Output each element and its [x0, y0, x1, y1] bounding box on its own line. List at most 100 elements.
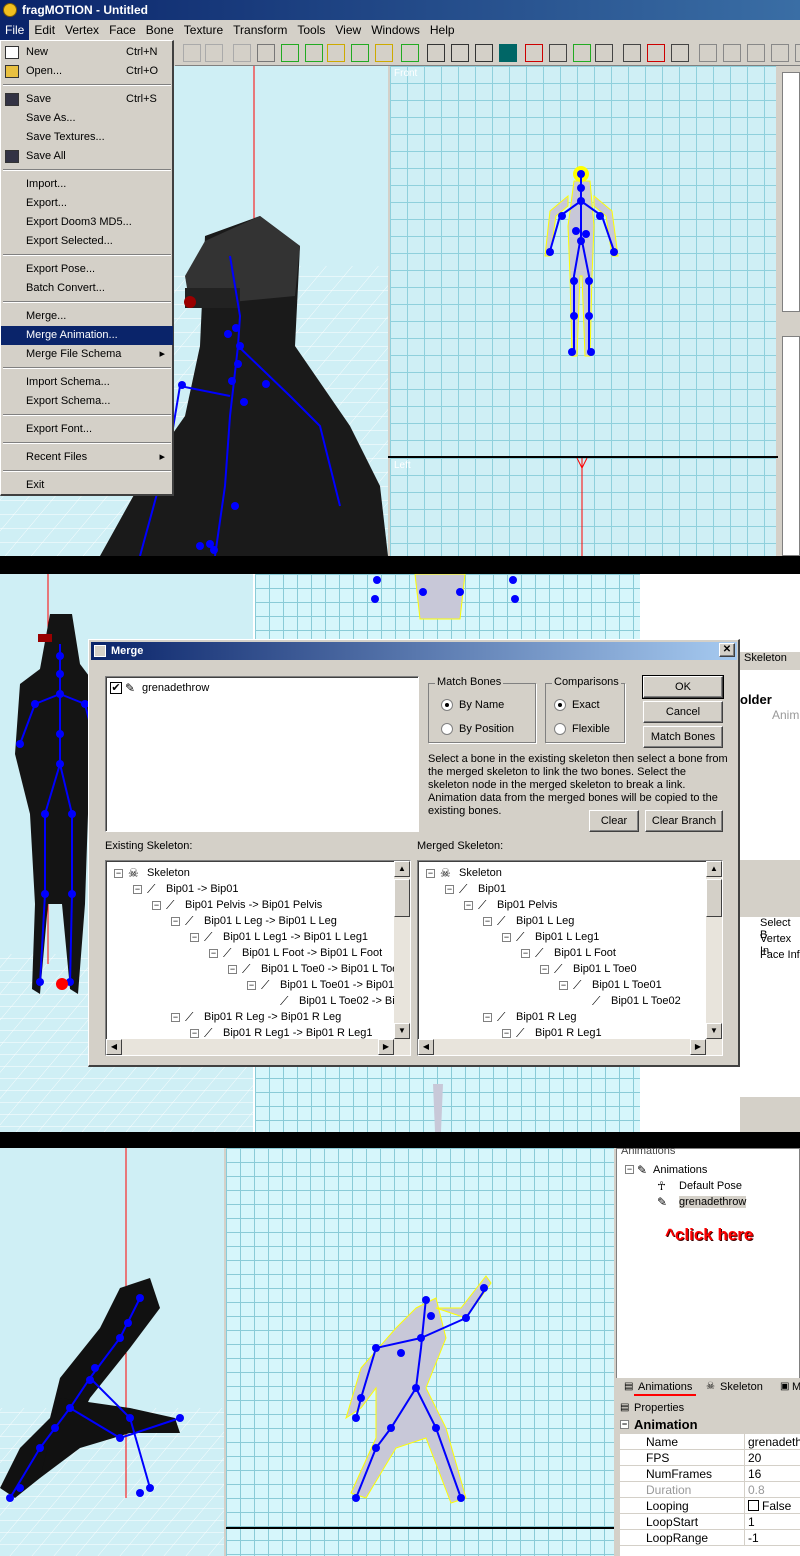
menu-item-export-schema[interactable]: Export Schema...: [1, 392, 173, 411]
grid-icon[interactable]: [595, 44, 613, 62]
tool-icon[interactable]: [305, 44, 323, 62]
property-value[interactable]: 16: [744, 1466, 800, 1482]
property-value[interactable]: 0.8: [744, 1482, 800, 1498]
collapse-icon[interactable]: −: [133, 885, 142, 894]
collapse-icon[interactable]: −: [483, 1013, 492, 1022]
menu-item-merge-animation[interactable]: Merge Animation...: [1, 326, 173, 345]
menu-item-exit[interactable]: Exit: [1, 476, 173, 495]
animation-list[interactable]: ✔ ✎ grenadethrow: [105, 676, 419, 832]
view-icon[interactable]: [451, 44, 469, 62]
scale-icon[interactable]: [257, 44, 275, 62]
scroll-down-icon[interactable]: ▼: [394, 1023, 410, 1039]
scroll-right-icon[interactable]: ▶: [378, 1039, 394, 1055]
collapse-icon[interactable]: −: [625, 1165, 634, 1174]
menu-bone[interactable]: Bone: [141, 20, 179, 40]
tree-node[interactable]: ⟋ Bip01 -> Bip01: [147, 881, 238, 897]
existing-skeleton-tree[interactable]: − ☠ Skeleton − ⟋ Bip01 -> Bip01− ⟋ Bip01 Pelvis…: [105, 860, 411, 1056]
target-icon[interactable]: [525, 44, 543, 62]
view-icon[interactable]: [475, 44, 493, 62]
menu-transform[interactable]: Transform: [228, 20, 292, 40]
property-value[interactable]: False: [744, 1498, 800, 1514]
collapse-icon[interactable]: −: [502, 1029, 511, 1038]
tool-icon[interactable]: [795, 44, 800, 62]
close-icon[interactable]: ✕: [719, 643, 735, 657]
collapse-icon[interactable]: −: [426, 869, 435, 878]
tool-icon[interactable]: [327, 44, 345, 62]
menu-view[interactable]: View: [330, 20, 366, 40]
list-item-animation[interactable]: ✔ ✎ grenadethrow: [110, 681, 209, 695]
collapse-icon[interactable]: −: [464, 901, 473, 910]
tree-node[interactable]: ⟋ Bip01 L Toe0: [554, 961, 637, 977]
view-icon[interactable]: [427, 44, 445, 62]
tree-node[interactable]: ⟋ Bip01 R Leg1: [516, 1025, 602, 1039]
checkbox-checked-icon[interactable]: ✔: [110, 682, 122, 694]
collapse-icon[interactable]: −: [152, 901, 161, 910]
tree-node[interactable]: ⟋ Bip01 L Leg: [497, 913, 574, 929]
radio-flexible[interactable]: Flexible: [554, 722, 610, 736]
axis-icon[interactable]: [647, 44, 665, 62]
menu-item-merge[interactable]: Merge...: [1, 307, 173, 326]
merged-skeleton-tree[interactable]: − ☠ Skeleton − ⟋ Bip01− ⟋ Bip01 Pelvis − ⟋ Bip01 L…: [417, 860, 723, 1056]
tool-icon[interactable]: [401, 44, 419, 62]
scroll-right-icon[interactable]: ▶: [690, 1039, 706, 1055]
move-icon[interactable]: [205, 44, 223, 62]
menu-item-export-font[interactable]: Export Font...: [1, 420, 173, 439]
view-icon[interactable]: [499, 44, 517, 62]
tool-icon[interactable]: [573, 44, 591, 62]
property-value[interactable]: 1: [744, 1514, 800, 1530]
collapse-icon[interactable]: −: [445, 885, 454, 894]
menu-item-export[interactable]: Export...: [1, 194, 173, 213]
collapse-icon[interactable]: −: [540, 965, 549, 974]
menu-help[interactable]: Help: [425, 20, 460, 40]
tree-node[interactable]: ☠ Skeleton: [128, 865, 190, 881]
menu-item-import-schema[interactable]: Import Schema...: [1, 373, 173, 392]
collapse-icon[interactable]: −: [247, 981, 256, 990]
property-row-looprange[interactable]: LoopRange -1: [620, 1530, 800, 1546]
left-viewport[interactable]: Left: [390, 458, 776, 556]
animation-section-header[interactable]: − Animation: [616, 1416, 800, 1434]
ok-button[interactable]: OK: [642, 675, 724, 699]
menu-item-export-doom3-md5[interactable]: Export Doom3 MD5...: [1, 213, 173, 232]
menu-edit[interactable]: Edit: [29, 20, 60, 40]
rotate-icon[interactable]: [233, 44, 251, 62]
property-row-duration[interactable]: Duration 0.8: [620, 1482, 800, 1498]
grid-icon[interactable]: [671, 44, 689, 62]
property-row-loopstart[interactable]: LoopStart 1: [620, 1514, 800, 1530]
property-row-fps[interactable]: FPS 20: [620, 1450, 800, 1466]
face-item[interactable]: Face Inf: [744, 949, 800, 961]
cancel-button[interactable]: Cancel: [643, 701, 723, 723]
existing-tree-vscroll[interactable]: ▲ ▼: [394, 861, 410, 1039]
radio-by-position[interactable]: By Position: [441, 722, 514, 736]
radio-exact[interactable]: Exact: [554, 698, 600, 712]
menu-item-save-as[interactable]: Save As...: [1, 109, 173, 128]
front-viewport-3[interactable]: [226, 1148, 614, 1556]
tree-node[interactable]: ⟋ Bip01 Pelvis -> Bip01 Pelvis: [166, 897, 322, 913]
tool-icon[interactable]: [771, 44, 789, 62]
tab-animations[interactable]: ▤ Animations: [622, 1380, 692, 1394]
clear-branch-button[interactable]: Clear Branch: [645, 810, 723, 832]
tree-node[interactable]: ⟋ Bip01 L Toe02: [592, 993, 681, 1009]
tool-icon[interactable]: [351, 44, 369, 62]
property-row-looping[interactable]: Looping False: [620, 1498, 800, 1514]
tree-item-grenadethrow[interactable]: ✎ grenadethrow: [657, 1195, 747, 1209]
menu-vertex[interactable]: Vertex: [60, 20, 104, 40]
tool-icon[interactable]: [549, 44, 567, 62]
collapse-icon[interactable]: −: [228, 965, 237, 974]
merged-tree-vscroll[interactable]: ▲ ▼: [706, 861, 722, 1039]
tool-icon[interactable]: [723, 44, 741, 62]
menu-face[interactable]: Face: [104, 20, 141, 40]
menu-file[interactable]: File: [0, 20, 30, 40]
property-value[interactable]: -1: [744, 1530, 800, 1546]
collapse-icon[interactable]: −: [190, 933, 199, 942]
tab-m[interactable]: ▣ M: [780, 1380, 800, 1394]
skeleton-tab-label[interactable]: Skeleton: [740, 652, 800, 666]
collapse-icon[interactable]: −: [114, 869, 123, 878]
perspective-viewport-3[interactable]: [0, 1148, 224, 1556]
property-row-numframes[interactable]: NumFrames 16: [620, 1466, 800, 1482]
menu-item-recent-files[interactable]: Recent Files ▸: [1, 448, 173, 467]
scroll-thumb[interactable]: [394, 879, 410, 917]
tree-node[interactable]: ☠ Skeleton: [440, 865, 502, 881]
tree-node[interactable]: ⟋ Bip01 Pelvis: [478, 897, 558, 913]
collapse-icon[interactable]: −: [483, 917, 492, 926]
tree-node[interactable]: ⟋ Bip01 L Toe02 -> Bip01 L Toe02: [280, 993, 396, 1009]
